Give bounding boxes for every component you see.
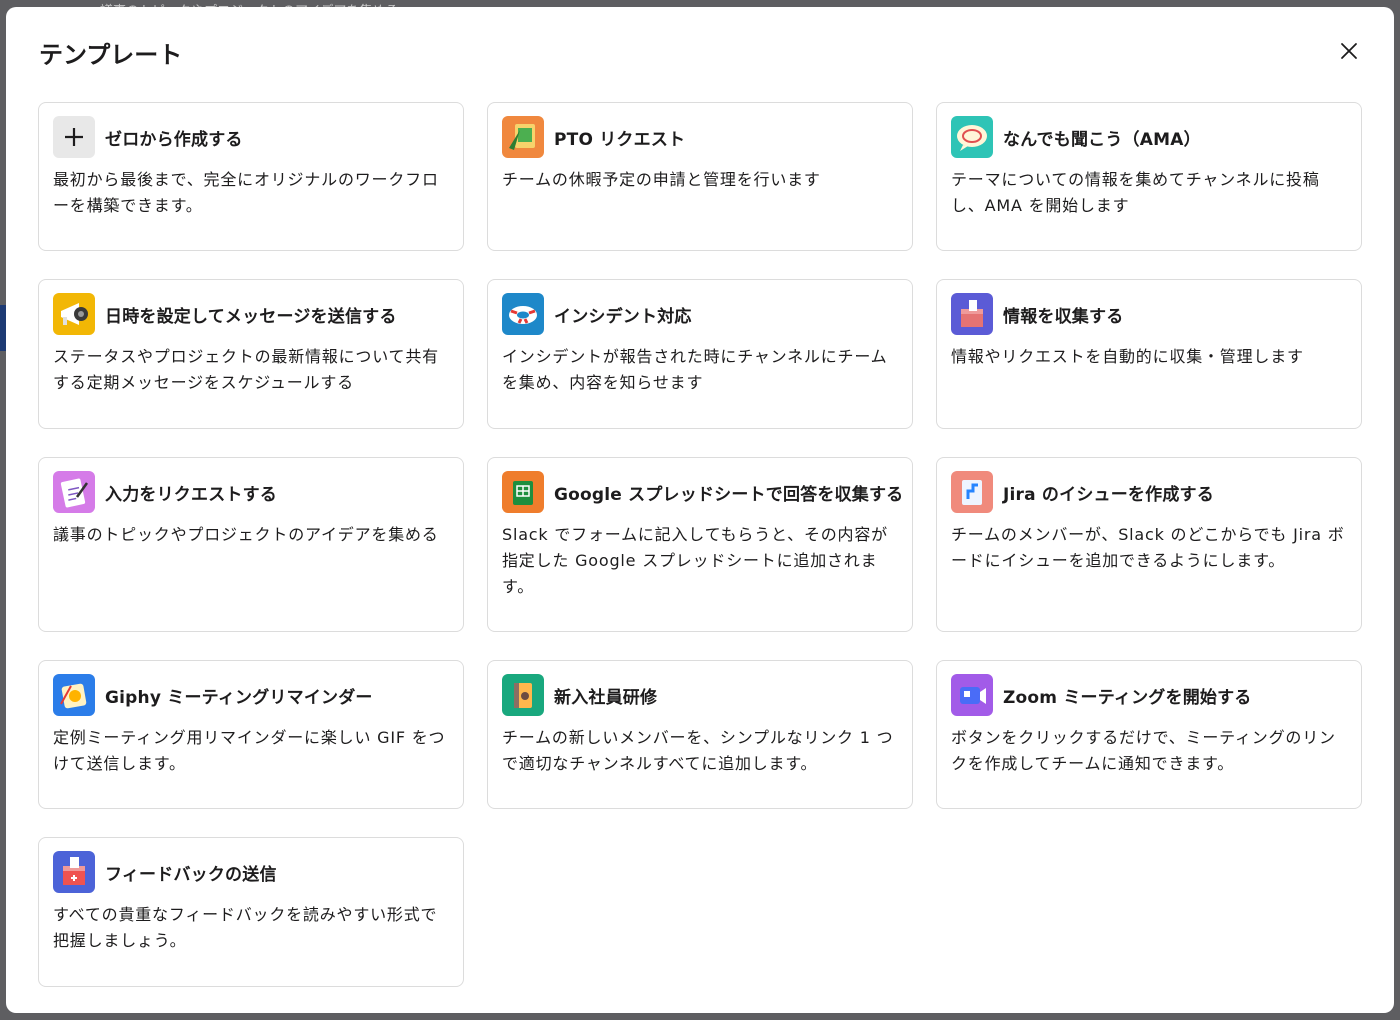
card-header: 日時を設定してメッセージを送信する [53,293,449,335]
template-card-sheets[interactable]: Google スプレッドシートで回答を収集する Slack でフォームに記入して… [487,457,913,632]
calendar-gif-icon [53,674,95,716]
card-title: インシデント対応 [554,306,692,327]
card-description: 最初から最後まで、完全にオリジナルのワークフローを構築できます。 [53,170,439,215]
template-card-zero[interactable]: ゼロから作成する 最初から最後まで、完全にオリジナルのワークフローを構築できます… [38,102,464,251]
feedback-box-icon [53,851,95,893]
card-description: インシデントが報告された時にチャンネルにチームを集め、内容を知らせます [502,347,888,392]
template-card-ama[interactable]: なんでも聞こう（AMA） テーマについての情報を集めてチャンネルに投稿し、AMA… [936,102,1362,251]
video-camera-icon [951,674,993,716]
template-card-collect[interactable]: 情報を収集する 情報やリクエストを自動的に収集・管理します [936,279,1362,429]
card-header: 情報を収集する [951,293,1347,335]
card-description: すべての貴重なフィードバックを読みやすい形式で把握しましょう。 [53,905,438,950]
card-header: Google スプレッドシートで回答を収集する [502,471,903,513]
card-header: Zoom ミーティングを開始する [951,674,1347,716]
template-grid: ゼロから作成する 最初から最後まで、完全にオリジナルのワークフローを構築できます… [38,102,1362,987]
card-description: 定例ミーティング用リマインダーに楽しい GIF をつけて送信します。 [53,728,446,773]
template-card-jira[interactable]: Jira のイシューを作成する チームのメンバーが、Slack のどこからでも … [936,457,1362,632]
card-description: ボタンをクリックするだけで、ミーティングのリンクを作成してチームに通知できます。 [951,728,1336,773]
close-icon [1339,41,1359,65]
card-description: チームのメンバーが、Slack のどこからでも Jira ボードにイシューを追加… [951,525,1345,570]
card-header: Giphy ミーティングリマインダー [53,674,449,716]
card-header: PTO リクエスト [502,116,898,158]
ballot-box-icon [951,293,993,335]
lifebuoy-icon [502,293,544,335]
template-card-giphy[interactable]: Giphy ミーティングリマインダー 定例ミーティング用リマインダーに楽しい G… [38,660,464,809]
card-title: ゼロから作成する [105,129,243,150]
card-header: 新入社員研修 [502,674,898,716]
card-description: 議事のトピックやプロジェクトのアイデアを集める [53,525,439,544]
card-title: 入力をリクエストする [105,484,277,505]
template-card-incident[interactable]: インシデント対応 インシデントが報告された時にチャンネルにチームを集め、内容を知… [487,279,913,429]
card-title: 日時を設定してメッセージを送信する [105,306,397,327]
jira-board-icon [951,471,993,513]
template-card-onboarding[interactable]: 新入社員研修 チームの新しいメンバーを、シンプルなリンク 1 つで適切なチャンネ… [487,660,913,809]
card-title: Jira のイシューを作成する [1003,484,1214,505]
speech-bubble-icon [951,116,993,158]
card-header: 入力をリクエストする [53,471,449,513]
card-title: なんでも聞こう（AMA） [1003,129,1201,150]
card-header: なんでも聞こう（AMA） [951,116,1347,158]
card-title: Zoom ミーティングを開始する [1003,687,1252,708]
card-description: 情報やリクエストを自動的に収集・管理します [951,347,1304,366]
card-description: Slack でフォームに記入してもらうと、その内容が指定した Google スプ… [502,525,888,596]
vacation-calendar-icon [502,116,544,158]
card-description: テーマについての情報を集めてチャンネルに投稿し、AMA を開始します [951,170,1320,215]
megaphone-icon [53,293,95,335]
card-title: Giphy ミーティングリマインダー [105,687,373,708]
welcome-book-icon [502,674,544,716]
card-title: 新入社員研修 [554,687,658,708]
template-card-schedule[interactable]: 日時を設定してメッセージを送信する ステータスやプロジェクトの最新情報について共… [38,279,464,429]
card-description: チームの休暇予定の申請と管理を行います [502,170,821,189]
plus-icon [53,116,95,158]
card-header: Jira のイシューを作成する [951,471,1347,513]
card-header: フィードバックの送信 [53,851,449,893]
close-button[interactable] [1332,36,1366,70]
card-description: チームの新しいメンバーを、シンプルなリンク 1 つで適切なチャンネルすべてに追加… [502,728,894,773]
card-title: フィードバックの送信 [105,864,277,885]
clipboard-icon [53,471,95,513]
spreadsheet-icon [502,471,544,513]
template-card-feedback[interactable]: フィードバックの送信 すべての貴重なフィードバックを読みやすい形式で把握しましょ… [38,837,464,987]
template-modal: テンプレート ゼロから作成する 最初から最後まで、完全にオリジナルのワークフロー… [6,7,1394,1013]
card-title: PTO リクエスト [554,129,686,150]
template-card-zoom[interactable]: Zoom ミーティングを開始する ボタンをクリックするだけで、ミーティングのリン… [936,660,1362,809]
modal-title: テンプレート [39,41,183,69]
card-title: Google スプレッドシートで回答を収集する [554,484,904,505]
template-card-pto[interactable]: PTO リクエスト チームの休暇予定の申請と管理を行います [487,102,913,251]
template-card-request[interactable]: 入力をリクエストする 議事のトピックやプロジェクトのアイデアを集める [38,457,464,632]
card-title: 情報を収集する [1003,306,1124,327]
card-header: ゼロから作成する [53,116,449,158]
card-header: インシデント対応 [502,293,898,335]
card-description: ステータスやプロジェクトの最新情報について共有する定期メッセージをスケジュールす… [53,347,439,392]
